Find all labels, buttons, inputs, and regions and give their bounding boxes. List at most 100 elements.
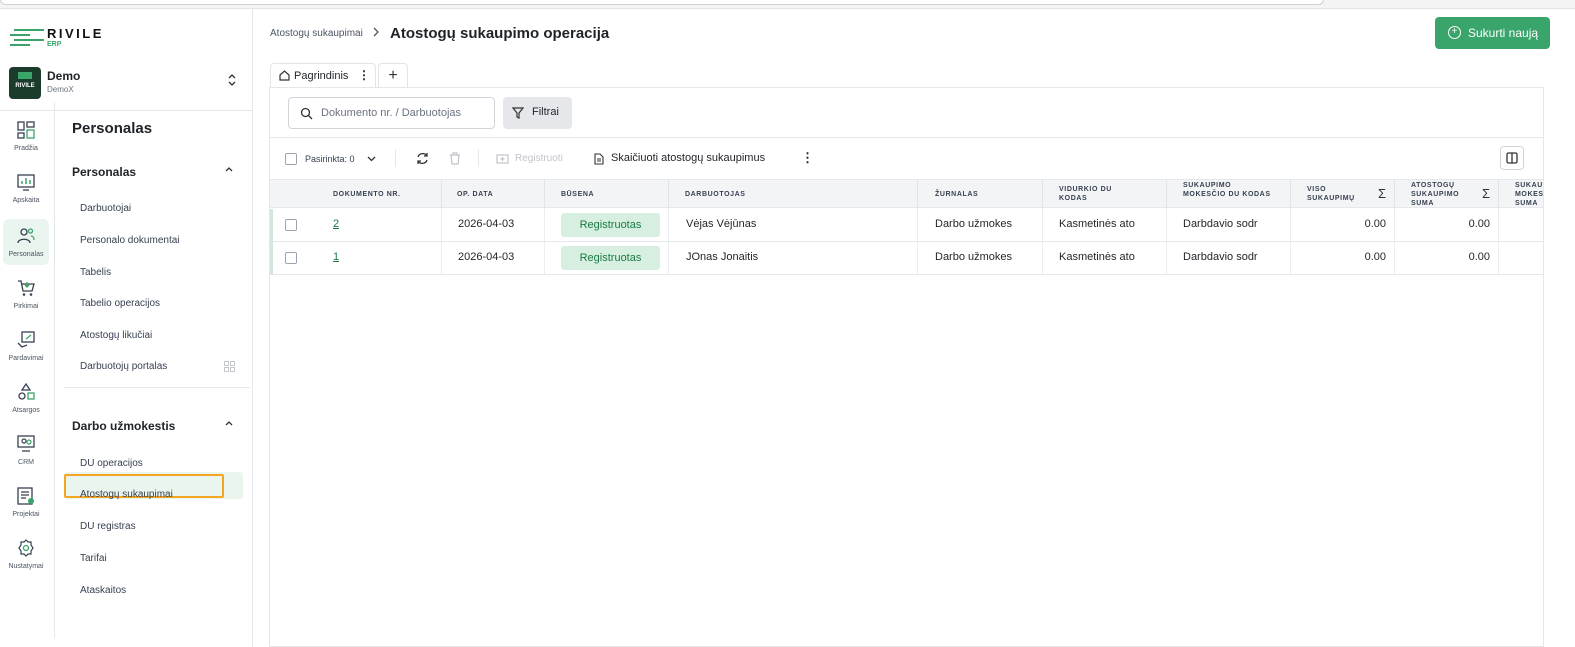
cell-separator bbox=[1166, 209, 1167, 241]
col-separator bbox=[1498, 180, 1499, 209]
browser-bar bbox=[0, 0, 1575, 9]
rail-item-personalas[interactable]: Personalas bbox=[3, 219, 49, 265]
rail-item-pradzia[interactable]: Pradžia bbox=[3, 113, 49, 159]
cell-separator bbox=[668, 209, 669, 241]
cell-separator bbox=[441, 242, 442, 274]
register-icon[interactable] bbox=[496, 153, 509, 164]
nav-item-ataskaitos[interactable]: Ataskaitos bbox=[80, 585, 126, 596]
breadcrumb-link[interactable]: Atostogų sukaupimai bbox=[270, 28, 363, 39]
rail-item-projektai[interactable]: Projektai bbox=[3, 479, 49, 525]
nav-title: Personalas bbox=[72, 120, 153, 137]
cell-separator bbox=[1042, 242, 1043, 274]
chevron-up-icon[interactable] bbox=[224, 165, 234, 176]
status-badge: Registruotas bbox=[561, 246, 660, 270]
filter-icon bbox=[512, 107, 524, 119]
nav-group-personalas[interactable]: Personalas bbox=[72, 165, 136, 179]
employee: Vėjas Vėjūnas bbox=[686, 218, 757, 230]
columns-toggle-button[interactable] bbox=[1500, 146, 1524, 170]
col-separator bbox=[917, 180, 918, 209]
chevron-up-icon[interactable] bbox=[224, 419, 234, 430]
col-sukaupimo-mokescio-suma[interactable]: SUKAU MOKES SUMA bbox=[1515, 181, 1543, 208]
rail-label: Projektai bbox=[12, 511, 40, 518]
rail-label: Pradžia bbox=[14, 145, 38, 152]
nav-item-tabelio-operacijos[interactable]: Tabelio operacijos bbox=[80, 298, 160, 309]
journal: Darbo užmokes bbox=[935, 218, 1013, 230]
employee: JOnas Jonaitis bbox=[686, 251, 759, 263]
address-bar[interactable] bbox=[0, 0, 1324, 5]
journal: Darbo užmokes bbox=[935, 251, 1013, 263]
col-vidurkio-du-kodas[interactable]: VIDURKIO DU KODAS bbox=[1059, 185, 1139, 203]
search-input[interactable]: Dokumento nr. / Darbuotojas bbox=[288, 97, 495, 129]
nav-item-darbuotojai[interactable]: Darbuotojai bbox=[80, 203, 131, 214]
col-sukaupimo-mokescio[interactable]: SUKAUPIMO MOKESČIO DU KODAS bbox=[1183, 181, 1273, 199]
cell-separator bbox=[1290, 209, 1291, 241]
tab-pagrindinis[interactable]: Pagrindinis ⋮ bbox=[270, 63, 376, 88]
row-checkbox[interactable] bbox=[285, 252, 297, 264]
nav-item-darbuotoju-portalas[interactable]: Darbuotojų portalas bbox=[80, 361, 167, 372]
table-row[interactable]: 1 2026-04-03 Registruotas JOnas Jonaitis… bbox=[270, 242, 1543, 275]
gear-icon bbox=[18, 539, 34, 557]
accrual-sum: 0.00 bbox=[1468, 218, 1490, 230]
crm-icon bbox=[17, 435, 35, 452]
nav-item-du-operacijos[interactable]: DU operacijos bbox=[80, 458, 143, 469]
table-row[interactable]: 2 2026-04-03 Registruotas Vėjas Vėjūnas … bbox=[270, 209, 1543, 242]
nav-panel: Personalas Personalas Darbuotojai Person… bbox=[56, 103, 253, 638]
nav-item-atostogu-sukaupimai[interactable]: Atostogų sukaupimai bbox=[80, 489, 173, 500]
col-viso-sukaupimu[interactable]: VISO SUKAUPIMŲ bbox=[1307, 185, 1362, 203]
col-op-data[interactable]: OP. DATA bbox=[457, 190, 493, 199]
filters-button[interactable]: Filtrai bbox=[503, 97, 572, 129]
selected-count[interactable]: Pasirinkta: 0 bbox=[305, 154, 355, 164]
cell-separator bbox=[1498, 209, 1499, 241]
rail-item-atsargos[interactable]: Atsargos bbox=[3, 375, 49, 421]
company-sub: DemoX bbox=[47, 85, 74, 94]
chevron-down-icon[interactable] bbox=[367, 156, 376, 162]
sum-icon[interactable]: Σ bbox=[1482, 186, 1490, 201]
refresh-icon[interactable] bbox=[416, 152, 429, 165]
select-all-checkbox[interactable] bbox=[285, 153, 297, 165]
rail-item-pardavimai[interactable]: Pardavimai bbox=[3, 323, 49, 369]
rail-item-apskaita[interactable]: Apskaita bbox=[3, 165, 49, 211]
table-header: DOKUMENTO NR. OP. DATA BŪSENA DARBUOTOJA… bbox=[270, 179, 1543, 209]
trash-icon[interactable] bbox=[449, 152, 461, 165]
kebab-icon[interactable]: ⋮ bbox=[358, 68, 370, 82]
col-separator bbox=[544, 180, 545, 209]
nav-item-personalo-dokumentai[interactable]: Personalo dokumentai bbox=[80, 235, 180, 246]
col-atostogu-sukaupimo-suma[interactable]: ATOSTOGŲ SUKAUPIMO SUMA bbox=[1411, 181, 1471, 208]
col-zurnalas[interactable]: ŽURNALAS bbox=[935, 190, 978, 199]
nav-item-du-registras[interactable]: DU registras bbox=[80, 521, 136, 532]
nav-divider bbox=[64, 387, 250, 388]
company-logo: RIVILE bbox=[9, 67, 41, 99]
sum-icon[interactable]: Σ bbox=[1378, 186, 1386, 201]
col-darbuotojas[interactable]: DARBUOTOJAS bbox=[685, 190, 746, 199]
calculate-accruals-button[interactable]: Skaičiuoti atostogų sukaupimus bbox=[611, 152, 765, 164]
doc-number-link[interactable]: 2 bbox=[333, 218, 339, 230]
page-title: Atostogų sukaupimo operacija bbox=[390, 25, 610, 42]
more-actions-icon[interactable]: ⋮ bbox=[801, 150, 814, 166]
cell-separator bbox=[1394, 209, 1395, 241]
brand-logo[interactable]: RIVILE ERP bbox=[10, 26, 130, 56]
row-checkbox[interactable] bbox=[285, 219, 297, 231]
total-accruals: 0.00 bbox=[1364, 218, 1386, 230]
rail-item-crm[interactable]: CRM bbox=[3, 427, 49, 473]
nav-item-tabelis[interactable]: Tabelis bbox=[80, 267, 111, 278]
shapes-icon bbox=[18, 383, 35, 400]
icon-rail: Pradžia Apskaita Personalas Pirkimai Par… bbox=[0, 103, 55, 638]
tax-code: Darbdavio sodr bbox=[1183, 251, 1258, 263]
search-placeholder: Dokumento nr. / Darbuotojas bbox=[321, 107, 462, 119]
rail-label: Atsargos bbox=[12, 407, 40, 414]
rail-item-pirkimai[interactable]: Pirkimai bbox=[3, 271, 49, 317]
nav-item-tarifai[interactable]: Tarifai bbox=[80, 553, 107, 564]
search-icon bbox=[300, 107, 313, 120]
cell-separator bbox=[441, 209, 442, 241]
nav-item-atostogu-likuciai[interactable]: Atostogų likučiai bbox=[80, 330, 152, 341]
cell-separator bbox=[1042, 209, 1043, 241]
company-switcher[interactable]: RIVILE Demo DemoX bbox=[9, 67, 244, 99]
register-button[interactable]: Registruoti bbox=[515, 153, 563, 164]
col-busena[interactable]: BŪSENA bbox=[561, 190, 594, 199]
rail-item-nustatymai[interactable]: Nustatymai bbox=[3, 531, 49, 577]
doc-number-link[interactable]: 1 bbox=[333, 251, 339, 263]
add-tab-button[interactable]: + bbox=[378, 63, 408, 88]
nav-group-darbo-uzmokestis[interactable]: Darbo užmokestis bbox=[72, 419, 175, 433]
create-new-button[interactable]: + Sukurti naują bbox=[1435, 17, 1550, 49]
col-dokumento-nr[interactable]: DOKUMENTO NR. bbox=[333, 190, 401, 199]
